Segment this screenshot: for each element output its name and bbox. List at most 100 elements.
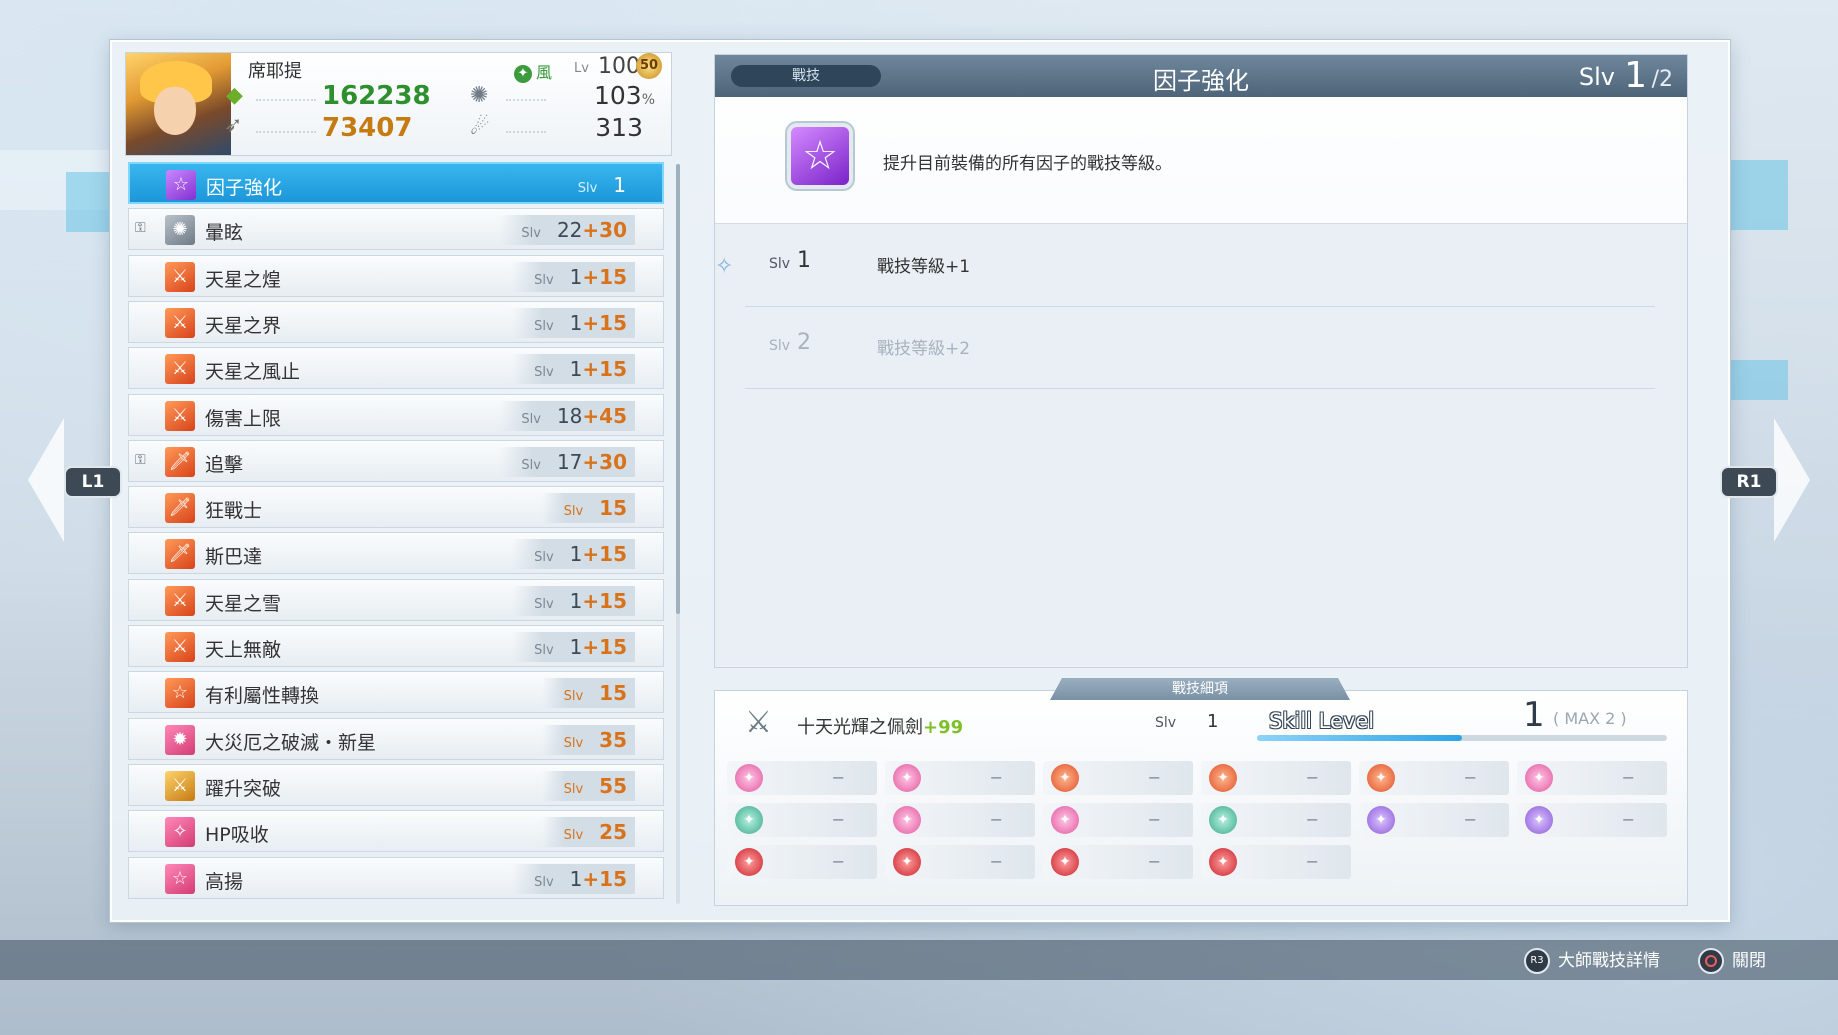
character-portrait <box>126 53 231 155</box>
skill-level: Slv 55 <box>541 770 635 801</box>
sigil-slot[interactable]: ✦ − <box>727 845 877 879</box>
sword-burst-icon: ⚔ <box>165 400 195 431</box>
weapon-plus: +99 <box>923 717 964 738</box>
sigil-level: − <box>989 852 1003 871</box>
sigil-slot[interactable]: ✦ − <box>885 803 1035 837</box>
l1-button[interactable]: L1 <box>64 466 122 498</box>
sigil-slot[interactable]: ✦ − <box>1517 803 1667 837</box>
skill-name: 天星之煌 <box>205 268 282 291</box>
sigil-slot[interactable]: ✦ − <box>1201 845 1351 879</box>
level-effect: 戰技等級+1 <box>877 257 971 277</box>
skill-base-level: 1 <box>569 635 583 659</box>
skill-star-icon: ☆ <box>791 127 849 185</box>
close-label: 關閉 <box>1732 951 1766 971</box>
sigil-icon: ✦ <box>1367 764 1395 792</box>
sigil-slot[interactable]: ✦ − <box>727 761 877 795</box>
star-icon: ☆ <box>166 170 196 200</box>
close-button[interactable]: 關閉 <box>1698 946 1766 974</box>
skill-base-level: 18 <box>556 403 583 428</box>
skill-list-item[interactable]: ⚔ 躍升突破 Slv 55 <box>128 763 664 806</box>
previous-arrow-icon[interactable] <box>28 418 64 542</box>
skill-list-item[interactable]: ✧ HP吸收 Slv 25 <box>128 810 664 853</box>
skill-list-item[interactable]: ☆ 有利屬性轉換 Slv 15 <box>128 671 664 714</box>
sword-icon: 🗡 <box>165 539 195 570</box>
skill-list-item[interactable]: ☆ 因子強化 Slv 1 <box>128 162 664 204</box>
skill-base-level: 55 <box>599 773 627 798</box>
slv-label: Slv <box>521 226 541 242</box>
skill-list-item[interactable]: 🗡 狂戰士 Slv 15 <box>128 486 664 529</box>
skill-list-item[interactable]: ⚿ ✺ 暈眩 Slv 22+30 <box>128 208 664 251</box>
lock-icon: ⚿ <box>135 451 146 468</box>
slv-label: Slv <box>563 689 584 705</box>
skill-list-item[interactable]: ✹ 大災厄之破滅・新星 Slv 35 <box>128 717 664 760</box>
skill-name: 斯巴達 <box>205 546 263 569</box>
detail-slv-max: /2 <box>1651 67 1673 92</box>
sigil-slot[interactable]: ✦ − <box>1043 803 1193 837</box>
level-number: 2 <box>797 330 811 355</box>
hp-value: 162238 <box>322 81 431 111</box>
wind-element-icon: ✦ <box>514 64 532 83</box>
character-name: 席耶提 <box>248 61 302 82</box>
sigil-level: − <box>1147 810 1161 829</box>
skill-base-level: 1 <box>613 173 626 197</box>
level-slv-label: Slv <box>769 338 791 354</box>
sigil-level: − <box>1463 810 1477 829</box>
skill-level: Slv 25 <box>541 817 635 848</box>
skill-bonus-level: +15 <box>582 588 627 613</box>
sigil-slot[interactable]: ✦ − <box>1517 761 1667 795</box>
skill-list-item[interactable]: ⚿ 🗡 追擊 Slv 17+30 <box>128 439 664 482</box>
skill-level: Slv 22+30 <box>499 215 635 246</box>
skill-list-item[interactable]: ☆ 高揚 Slv 1+15 <box>128 856 664 899</box>
star-icon: ☆ <box>165 863 195 894</box>
sigil-slot[interactable]: ✦ − <box>1043 761 1193 795</box>
next-arrow-icon[interactable] <box>1774 418 1810 542</box>
sigil-slot[interactable]: ✦ − <box>1359 761 1509 795</box>
sigil-slot[interactable]: ✦ − <box>1359 803 1509 837</box>
sword-burst-icon: ⚔ <box>165 307 195 338</box>
skill-list-item[interactable]: ⚔ 天星之風止 Slv 1+15 <box>128 347 664 390</box>
r1-button[interactable]: R1 <box>1720 466 1778 498</box>
sigil-slot[interactable]: ✦ − <box>1201 761 1351 795</box>
skill-level: Slv 1+15 <box>512 585 635 616</box>
star-icon: ☆ <box>165 678 195 709</box>
weapon-sword-icon: ⚔ <box>745 705 772 740</box>
background-panel <box>66 172 110 232</box>
character-panel: 席耶提 ✦ 風 Lv 100 50 ◆ 162238 ➶ 73407 ✺ 103%… <box>125 52 672 156</box>
sigil-slot[interactable]: ✦ − <box>885 761 1035 795</box>
detail-slv-label: Slv <box>1578 63 1615 91</box>
skill-list-item[interactable]: ⚔ 天星之界 Slv 1+15 <box>128 300 664 343</box>
sigil-slot[interactable]: ✦ − <box>885 845 1035 879</box>
sigil-level: − <box>1147 768 1161 787</box>
skill-level: Slv 15 <box>541 493 635 524</box>
skill-level: Slv 1+15 <box>512 539 635 570</box>
skill-list-item[interactable]: 🗡 斯巴達 Slv 1+15 <box>128 532 664 575</box>
divider <box>506 99 546 101</box>
sigil-slot[interactable]: ✦ − <box>1043 845 1193 879</box>
weapon-detail-tab: 戰技細項 <box>1050 678 1350 700</box>
sigil-slot[interactable]: ✦ − <box>727 803 877 837</box>
skill-list-scrollbar[interactable] <box>676 164 680 614</box>
sigil-icon: ✦ <box>1051 806 1079 834</box>
sigil-icon: ✦ <box>735 806 763 834</box>
sigil-slot[interactable]: ✦ − <box>1201 803 1351 837</box>
sword-burst-icon: ⚔ <box>165 354 195 385</box>
slv-label: Slv <box>521 457 541 473</box>
sigil-icon: ✦ <box>1525 764 1553 792</box>
skill-base-level: 17 <box>556 449 583 474</box>
skill-list-item[interactable]: ⚔ 天上無敵 Slv 1+15 <box>128 625 664 667</box>
skill-bonus-level: +15 <box>582 866 627 891</box>
slv-label: Slv <box>534 272 554 288</box>
sword-icon: 🗡 <box>165 493 195 524</box>
skill-name: 天上無敵 <box>205 639 282 661</box>
skill-list-item[interactable]: ⚔ 天星之煌 Slv 1+15 <box>128 254 664 297</box>
detail-header: 戰技 因子強化 Slv 1 /2 <box>715 55 1687 97</box>
sword-icon: 🗡 <box>165 446 195 477</box>
skill-name: HP吸收 <box>205 824 269 847</box>
master-detail-button[interactable]: R3 大師戰技詳情 <box>1524 946 1660 974</box>
skill-level: Slv 15 <box>541 678 635 709</box>
sigil-level: − <box>1305 852 1319 871</box>
skill-level: Slv 1+15 <box>512 261 635 292</box>
skill-list-item[interactable]: ⚔ 天星之雪 Slv 1+15 <box>128 578 664 621</box>
skill-name: 有利屬性轉換 <box>205 685 320 708</box>
skill-list-item[interactable]: ⚔ 傷害上限 Slv 18+45 <box>128 393 664 436</box>
